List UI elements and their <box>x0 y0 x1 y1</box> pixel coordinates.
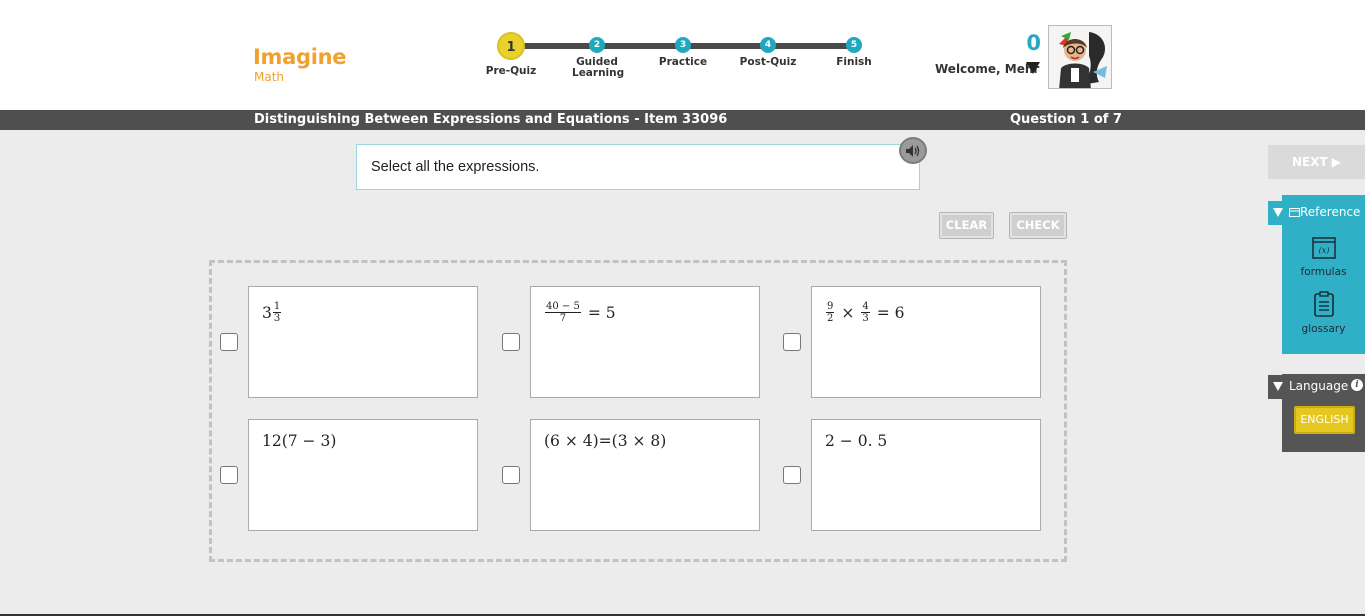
formulas-label: formulas <box>1300 266 1347 278</box>
answer-checkbox-6[interactable] <box>783 466 801 484</box>
times-sign: × <box>841 303 855 322</box>
answer-card-6[interactable]: 2 − 0. 5 <box>811 419 1041 531</box>
expression-rest: = 6 <box>876 303 905 322</box>
audio-button[interactable] <box>899 137 927 164</box>
step-post-quiz: 4 Post-Quiz <box>718 37 818 68</box>
english-language-button[interactable]: ENGLISH <box>1294 406 1355 434</box>
answer-card-3[interactable]: 9 2 × 4 3 = 6 <box>811 286 1041 398</box>
answer-card-2[interactable]: 40 − 5 7 = 5 <box>530 286 760 398</box>
user-menu-caret-icon[interactable] <box>1026 62 1040 74</box>
avatar-image <box>1049 26 1111 88</box>
formula-glyph: (x) <box>1318 246 1329 255</box>
reference-label: Reference <box>1289 205 1360 219</box>
step-dot: 2 <box>589 37 605 53</box>
answer-card-5[interactable]: (6 × 4)=(3 × 8) <box>530 419 760 531</box>
step-label: Pre-Quiz <box>485 65 537 77</box>
fraction: 40 − 5 7 <box>545 301 581 324</box>
answer-checkbox-2[interactable] <box>502 333 520 351</box>
speaker-icon <box>906 145 920 157</box>
language-toggle[interactable]: Language i <box>1268 375 1365 399</box>
formula-icon: (x) <box>1311 236 1337 260</box>
collapse-triangle-icon <box>1273 208 1283 217</box>
denominator: 3 <box>862 313 869 324</box>
numerator: 40 − 5 <box>545 301 581 313</box>
calculator-icon <box>1289 208 1300 217</box>
logo-math-text: Math <box>254 70 285 84</box>
formulas-tool[interactable]: (x) formulas <box>1282 236 1365 278</box>
question-counter: Question 1 of 7 <box>1010 112 1122 127</box>
expression-rest: = 5 <box>587 303 616 322</box>
answer-card-1[interactable]: 3 1 3 <box>248 286 478 398</box>
info-icon[interactable]: i <box>1351 379 1363 391</box>
logo-imagine-text: Imagine <box>253 45 347 69</box>
answer-expression: (6 × 4)=(3 × 8) <box>544 432 667 450</box>
denominator: 3 <box>273 313 281 324</box>
language-label: Language <box>1289 379 1349 393</box>
numerator: 1 <box>272 301 282 313</box>
step-guided-learning: 2 Guided Learning <box>547 37 647 79</box>
step-dot: 4 <box>760 37 776 53</box>
numerator: 4 <box>861 301 870 313</box>
fraction: 4 3 <box>861 301 870 324</box>
prompt-text: Select all the expressions. <box>371 159 540 175</box>
lesson-title-bar: Distinguishing Between Expressions and E… <box>0 110 1365 130</box>
step-label: Finish <box>836 56 872 68</box>
numerator: 9 <box>826 301 835 313</box>
fraction: 1 3 <box>272 301 282 324</box>
answer-expression: 3 1 3 <box>262 301 282 324</box>
reference-toggle[interactable]: Reference <box>1268 201 1365 225</box>
answer-checkbox-5[interactable] <box>502 466 520 484</box>
check-button[interactable]: CHECK <box>1009 212 1067 239</box>
answer-checkbox-3[interactable] <box>783 333 801 351</box>
answer-checkbox-4[interactable] <box>220 466 238 484</box>
next-button[interactable]: NEXT ▶ <box>1268 145 1365 179</box>
answer-expression: 2 − 0. 5 <box>825 432 888 450</box>
step-label: Guided Learning <box>572 56 625 79</box>
imagine-math-logo: Imagine Math <box>253 44 347 84</box>
glossary-tool[interactable]: glossary <box>1282 291 1365 335</box>
question-prompt: Select all the expressions. <box>356 144 920 190</box>
whole-number: 3 <box>262 303 272 322</box>
answer-expression: 40 − 5 7 = 5 <box>544 301 616 324</box>
step-dot: 3 <box>675 37 691 53</box>
clipboard-icon <box>1311 291 1337 317</box>
step-label: Post-Quiz <box>739 56 797 68</box>
header: Imagine Math 1 Pre-Quiz 2 Guided Learnin… <box>0 0 1365 110</box>
clear-button[interactable]: CLEAR <box>939 212 994 239</box>
score-counter: 0 <box>1026 31 1041 55</box>
answer-expression: 12(7 − 3) <box>262 432 337 450</box>
lesson-title: Distinguishing Between Expressions and E… <box>254 112 728 127</box>
answer-checkbox-1[interactable] <box>220 333 238 351</box>
step-dot: 5 <box>846 37 862 53</box>
glossary-label: glossary <box>1301 323 1346 335</box>
answer-expression: 9 2 × 4 3 = 6 <box>825 301 905 324</box>
fraction: 9 2 <box>826 301 835 324</box>
reference-text: Reference <box>1300 205 1361 219</box>
denominator: 2 <box>827 313 834 324</box>
collapse-triangle-icon <box>1273 382 1283 391</box>
denominator: 7 <box>559 313 567 324</box>
answer-card-4[interactable]: 12(7 − 3) <box>248 419 478 531</box>
step-pre-quiz: 1 Pre-Quiz <box>461 32 561 77</box>
step-dot: 1 <box>497 32 525 60</box>
welcome-text[interactable]: Welcome, Mehr <box>935 62 1039 76</box>
avatar[interactable] <box>1048 25 1112 89</box>
step-finish: 5 Finish <box>804 37 904 68</box>
